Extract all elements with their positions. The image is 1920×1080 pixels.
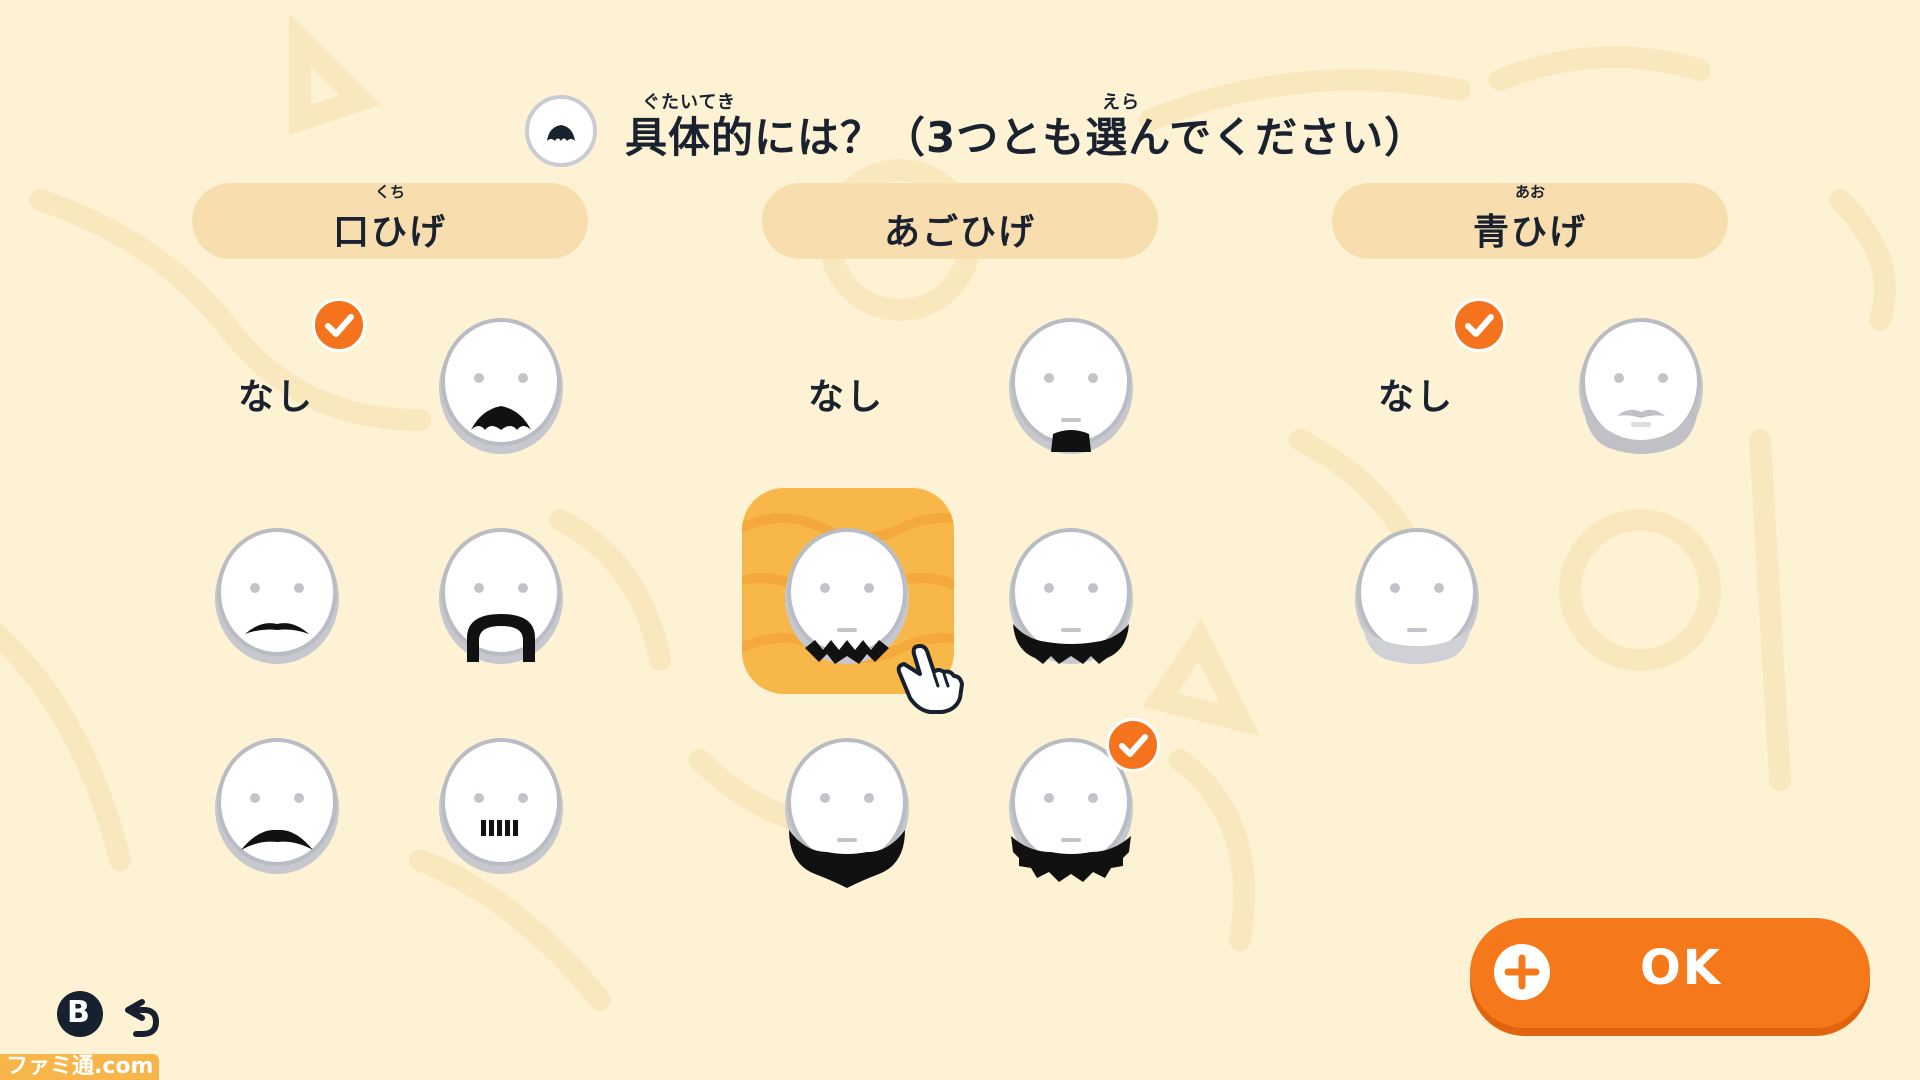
selected-check-icon [1106, 718, 1160, 772]
face-stubble-2-icon [1355, 528, 1479, 664]
face-beard-3-icon [1009, 528, 1133, 664]
selected-check-icon [312, 298, 366, 352]
option-stubble-1[interactable] [1577, 318, 1705, 454]
b-button-glyph: B [67, 995, 90, 1030]
category-header-mustache: くち 口ひげ [192, 183, 588, 259]
face-beard-4-icon [785, 738, 909, 888]
plus-icon [1494, 944, 1550, 1000]
face-mustache-2-icon [215, 528, 339, 664]
category-header-beard: あごひげ [762, 183, 1158, 259]
category-label: あごひげ [883, 212, 1036, 253]
selected-check-icon [1452, 298, 1506, 352]
category-ruby: くち [374, 183, 405, 201]
option-mustache-4[interactable] [213, 738, 341, 874]
category-label: 青ひげ [1472, 212, 1587, 253]
page-title: 具体的には？（3つとも選んでください） [625, 113, 1428, 162]
option-mustache-2[interactable] [213, 528, 341, 664]
face-mustache-5-icon [439, 738, 563, 874]
option-mustache-5[interactable] [437, 738, 565, 874]
option-beard-2[interactable] [783, 528, 911, 664]
header-face-icon [525, 95, 597, 167]
watermark-logo: ファミ通.com [0, 1054, 160, 1080]
back-button[interactable]: B [56, 990, 166, 1040]
ok-label: OK [1640, 940, 1722, 996]
pointer-hand-icon [896, 644, 964, 714]
category-header-stubble: あお 青ひげ [1332, 183, 1728, 259]
option-mustache-1[interactable] [437, 318, 565, 454]
option-stubble-none[interactable]: なし [1378, 368, 1454, 420]
option-beard-4[interactable] [783, 738, 911, 888]
face-beard-1-icon [1009, 318, 1133, 454]
option-beard-1[interactable] [1007, 318, 1135, 454]
category-label: 口ひげ [332, 212, 447, 253]
face-mustache-3-icon [439, 528, 563, 664]
option-beard-none[interactable]: なし [808, 368, 884, 420]
option-mustache-3[interactable] [437, 528, 565, 664]
option-beard-3[interactable] [1007, 528, 1135, 664]
face-mustache-4-icon [215, 738, 339, 874]
category-ruby: あお [1514, 183, 1545, 201]
face-mustache-1-icon [439, 318, 563, 454]
option-mustache-none[interactable]: なし [238, 368, 314, 420]
option-stubble-2[interactable] [1353, 528, 1481, 664]
face-stubble-1-icon [1579, 318, 1703, 454]
face-beard-2-icon [785, 528, 909, 664]
ok-button[interactable]: OK [1470, 918, 1870, 1028]
